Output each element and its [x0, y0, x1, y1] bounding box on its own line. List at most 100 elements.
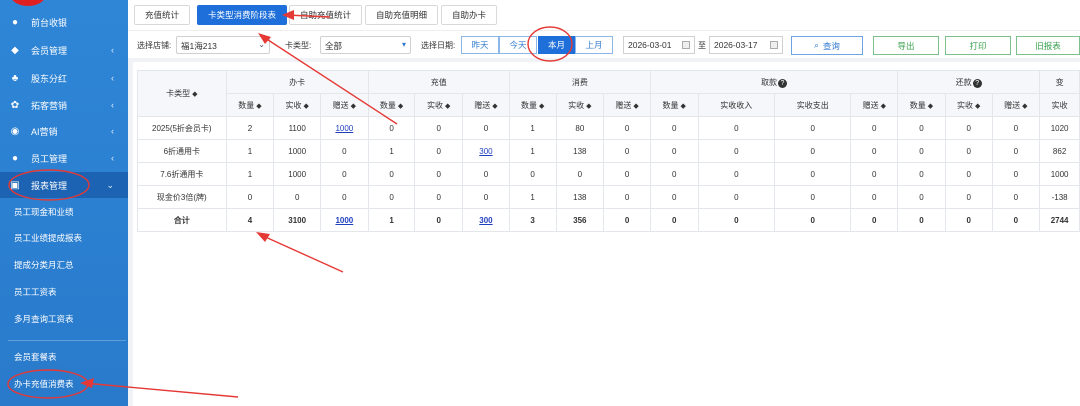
column-header[interactable]: 实收收入	[697, 93, 776, 117]
sidebar-item-marketing[interactable]: ✿ 拓客营销 ‹	[0, 92, 128, 118]
sidebar-item-ai[interactable]: ◉ AI营销 ‹	[0, 118, 128, 144]
query-button[interactable]: ⌕ 查询	[791, 36, 863, 55]
sidebar-sub-item[interactable]: 多月查询工资表	[0, 306, 128, 332]
chevron-left-icon: ‹	[111, 126, 114, 136]
table-cell: 0	[649, 185, 699, 209]
table-cell: 1	[367, 208, 416, 232]
table-cell: 0	[414, 116, 464, 140]
column-header[interactable]: 实收 ◆	[555, 93, 605, 117]
sort-icon: ◆	[303, 102, 309, 110]
sidebar-item-cashier[interactable]: ● 前台收银	[0, 9, 128, 35]
sidebar-item-reports[interactable]: ▣ 报表管理 ⌄	[0, 172, 128, 198]
table-cell: 138	[555, 185, 605, 209]
date-this-month-button[interactable]: 本月	[538, 36, 575, 54]
tab-self-card[interactable]: 自助办卡	[441, 5, 498, 25]
sidebar-item-shareholder[interactable]: ♣ 股东分红 ‹	[0, 65, 128, 91]
column-header[interactable]: 实收 ◆	[273, 93, 322, 117]
card-type-select[interactable]: 全部 ▾	[320, 36, 411, 54]
table-cell: 0	[897, 185, 946, 209]
sidebar-sub-item[interactable]: 员工工资表	[0, 279, 128, 305]
column-header[interactable]: 赠送 ◆	[850, 93, 899, 117]
gift-amount-link[interactable]: 1000	[335, 124, 353, 133]
app-root: ● 前台收银 ◆ 会员管理 ‹ ♣ 股东分红 ‹ ✿ 拓客营销 ‹ ◉ AI营销…	[0, 0, 1080, 406]
table-row: 7.6折通用卡 1 1000 0 0 0 0 0 0 0 0 0 0 0 0 0 0 1000	[137, 162, 1080, 186]
store-label: 选择店铺:	[137, 41, 172, 50]
sidebar-sub-item[interactable]: 员工业绩提成报表	[0, 225, 128, 251]
tab-self-recharge-stats[interactable]: 自助充值统计	[289, 5, 363, 25]
old-report-button[interactable]: 旧报表	[1016, 36, 1080, 55]
sort-icon: ◆	[445, 102, 451, 110]
column-header[interactable]: 数量 ◆	[225, 93, 275, 117]
column-header[interactable]: 赠送 ◆	[320, 93, 369, 117]
table-cell: 1020	[1039, 116, 1080, 140]
chevron-down-icon: ⌄	[106, 179, 114, 190]
table-cell: 0	[649, 208, 699, 232]
column-header[interactable]: 赠送 ◆	[991, 93, 1041, 117]
gift-amount-link[interactable]: 1000	[335, 216, 353, 225]
table-cell: 0	[697, 185, 776, 209]
help-icon: ?	[778, 78, 787, 88]
column-header[interactable]: 赠送 ◆	[462, 93, 510, 117]
group-header-change: 变	[1039, 70, 1080, 94]
calendar-icon	[682, 41, 690, 49]
table-cell: 0	[850, 162, 899, 186]
column-header[interactable]: 赠送 ◆	[603, 93, 651, 117]
table-cell: 0	[944, 139, 993, 163]
export-button[interactable]: 导出	[873, 36, 939, 55]
date-last-month-button[interactable]: 上月	[575, 36, 613, 54]
sidebar-item-label: 报表管理	[31, 180, 68, 191]
sidebar-sub-item-card-report[interactable]: 办卡充值消费表	[0, 371, 128, 397]
dropdown-icon: ▾	[401, 40, 406, 49]
sidebar-sub-item[interactable]: 员工现金和业绩	[0, 199, 128, 225]
tab-self-recharge-detail[interactable]: 自助充值明细	[365, 5, 439, 25]
column-header[interactable]: 数量 ◆	[508, 93, 557, 117]
column-header[interactable]: 数量 ◆	[367, 93, 416, 117]
content-area: 卡类型 ◆ 办卡 充值 消费 取款? 还款? 变 数量 ◆ 实收 ◆ 赠送 ◆ 数量 ◆ 实收 ◆ 赠…	[128, 58, 1080, 406]
card-type-cell: 合计	[137, 208, 227, 232]
table-cell: 0	[991, 162, 1041, 186]
tab-recharge-stats[interactable]: 充值统计	[134, 5, 191, 25]
sidebar-sub-item[interactable]: 会员套餐表	[0, 344, 128, 370]
card-type-cell: 7.6折通用卡	[137, 162, 227, 186]
table-cell: 1	[367, 139, 416, 163]
print-button[interactable]: 打印	[945, 36, 1011, 55]
sidebar-item-staff[interactable]: ● 员工管理 ‹	[0, 145, 128, 171]
tab-card-type-consumption[interactable]: 卡类型消费阶段表	[197, 5, 288, 25]
report-tabs: 充值统计 卡类型消费阶段表 自助充值统计 自助充值明细 自助办卡	[128, 0, 1080, 30]
column-header[interactable]: 实收 ◆	[414, 93, 464, 117]
chevron-left-icon: ‹	[111, 153, 114, 163]
table-cell: 0	[697, 139, 776, 163]
group-header-consume: 消费	[508, 70, 651, 94]
table-cell: 1	[225, 139, 275, 163]
card-type-header[interactable]: 卡类型 ◆	[137, 70, 227, 117]
table-cell: 0	[367, 162, 416, 186]
card-type-label: 卡类型:	[285, 41, 312, 50]
date-from-value: 2026-03-01	[628, 40, 672, 50]
column-header[interactable]: 实收支出	[773, 93, 852, 117]
search-icon: ⌕	[814, 40, 819, 50]
store-select[interactable]: 福1海213 ⌄	[176, 36, 270, 54]
table-cell: 1	[508, 185, 557, 209]
user-icon: ●	[11, 152, 19, 164]
date-to-input[interactable]: 2026-03-17	[709, 36, 783, 54]
gift-amount-link[interactable]: 300	[479, 216, 492, 225]
table-cell: 0	[850, 208, 899, 232]
table-cell: 2744	[1039, 208, 1080, 232]
column-header[interactable]: 实收 ◆	[944, 93, 993, 117]
table-cell: 0	[773, 116, 852, 140]
card-type-cell: 现金价3倍(牌)	[137, 185, 227, 209]
date-yesterday-button[interactable]: 昨天	[461, 36, 499, 54]
table-cell: 0	[414, 162, 464, 186]
sidebar-sub-item[interactable]: 提成分类月汇总	[0, 252, 128, 278]
column-header[interactable]: 数量 ◆	[897, 93, 946, 117]
column-header[interactable]: 数量 ◆	[649, 93, 699, 117]
column-header[interactable]: 实收	[1039, 93, 1080, 117]
gift-amount-link[interactable]: 300	[479, 147, 492, 156]
date-from-input[interactable]: 2026-03-01	[623, 36, 695, 54]
table-cell: 3	[508, 208, 557, 232]
sort-icon: ◆	[680, 102, 686, 110]
sidebar-item-members[interactable]: ◆ 会员管理 ‹	[0, 37, 128, 63]
date-today-button[interactable]: 今天	[499, 36, 537, 54]
table-cell: 0	[991, 208, 1041, 232]
table-cell: 0	[508, 162, 557, 186]
